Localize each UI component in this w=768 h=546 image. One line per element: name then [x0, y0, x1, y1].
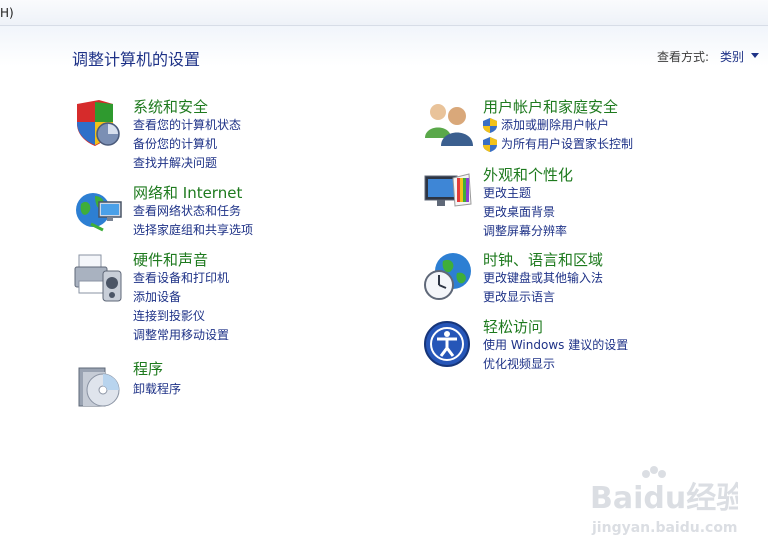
link-view-computer-status[interactable]: 查看您的计算机状态	[133, 118, 241, 132]
watermark-brand: Baidu经验	[590, 481, 738, 516]
baidu-watermark: Baidu经验 jingyan.baidu.com	[590, 466, 738, 536]
view-by-dropdown[interactable]: 类别	[720, 48, 744, 65]
link-backup-computer[interactable]: 备份您的计算机	[133, 137, 217, 151]
network-globe-icon[interactable]	[73, 184, 125, 236]
link-change-keyboard[interactable]: 更改键盘或其他输入法	[483, 271, 603, 285]
watermark-url: jingyan.baidu.com	[591, 520, 738, 536]
uac-shield-icon	[483, 137, 497, 152]
category-title-appearance[interactable]: 外观和个性化	[483, 166, 573, 184]
link-uninstall-program[interactable]: 卸载程序	[133, 382, 181, 396]
help-menu-fragment[interactable]: H)	[0, 6, 14, 20]
link-parental-controls[interactable]: 为所有用户设置家长控制	[501, 137, 633, 151]
chevron-down-icon[interactable]	[751, 53, 759, 58]
link-add-remove-accounts[interactable]: 添加或删除用户帐户	[501, 118, 609, 132]
page-title: 调整计算机的设置	[72, 50, 201, 69]
link-recommended-settings[interactable]: 使用 Windows 建议的设置	[483, 338, 628, 352]
category-title-ease-of-access[interactable]: 轻松访问	[483, 318, 543, 336]
category-title-user-accounts[interactable]: 用户帐户和家庭安全	[483, 98, 618, 116]
ease-of-access-icon[interactable]	[423, 318, 475, 370]
users-icon[interactable]	[423, 98, 475, 150]
category-title-clock-language-region[interactable]: 时钟、语言和区域	[483, 251, 603, 269]
link-connect-projector[interactable]: 连接到投影仪	[133, 309, 205, 323]
programs-disc-icon[interactable]	[73, 360, 125, 412]
menu-bar: H)	[0, 0, 768, 26]
link-screen-resolution[interactable]: 调整屏幕分辨率	[483, 224, 567, 238]
category-title-system-security[interactable]: 系统和安全	[133, 98, 208, 116]
category-title-programs[interactable]: 程序	[133, 360, 163, 378]
link-view-network-status[interactable]: 查看网络状态和任务	[133, 204, 241, 218]
link-change-theme[interactable]: 更改主题	[483, 186, 531, 200]
link-desktop-background[interactable]: 更改桌面背景	[483, 205, 555, 219]
link-mobility-settings[interactable]: 调整常用移动设置	[133, 328, 229, 342]
link-display-language[interactable]: 更改显示语言	[483, 290, 555, 304]
link-add-device[interactable]: 添加设备	[133, 290, 181, 304]
printer-icon[interactable]	[73, 251, 125, 303]
link-optimize-video[interactable]: 优化视频显示	[483, 357, 555, 371]
category-title-hardware-sound[interactable]: 硬件和声音	[133, 251, 208, 269]
appearance-monitor-icon[interactable]	[423, 166, 475, 218]
link-devices-printers[interactable]: 查看设备和打印机	[133, 271, 229, 285]
link-homegroup-sharing[interactable]: 选择家庭组和共享选项	[133, 223, 253, 237]
uac-shield-icon	[483, 118, 497, 133]
view-by-label: 查看方式:	[657, 50, 710, 64]
control-panel-content: 调整计算机的设置 查看方式: 类别 系统和安全 查看您的计算机状态 备份您的计算…	[0, 26, 768, 537]
link-find-fix-problems[interactable]: 查找并解决问题	[133, 156, 217, 170]
shield-icon[interactable]	[73, 98, 125, 150]
category-title-network-internet[interactable]: 网络和 Internet	[133, 184, 242, 202]
clock-globe-icon[interactable]	[423, 251, 475, 303]
